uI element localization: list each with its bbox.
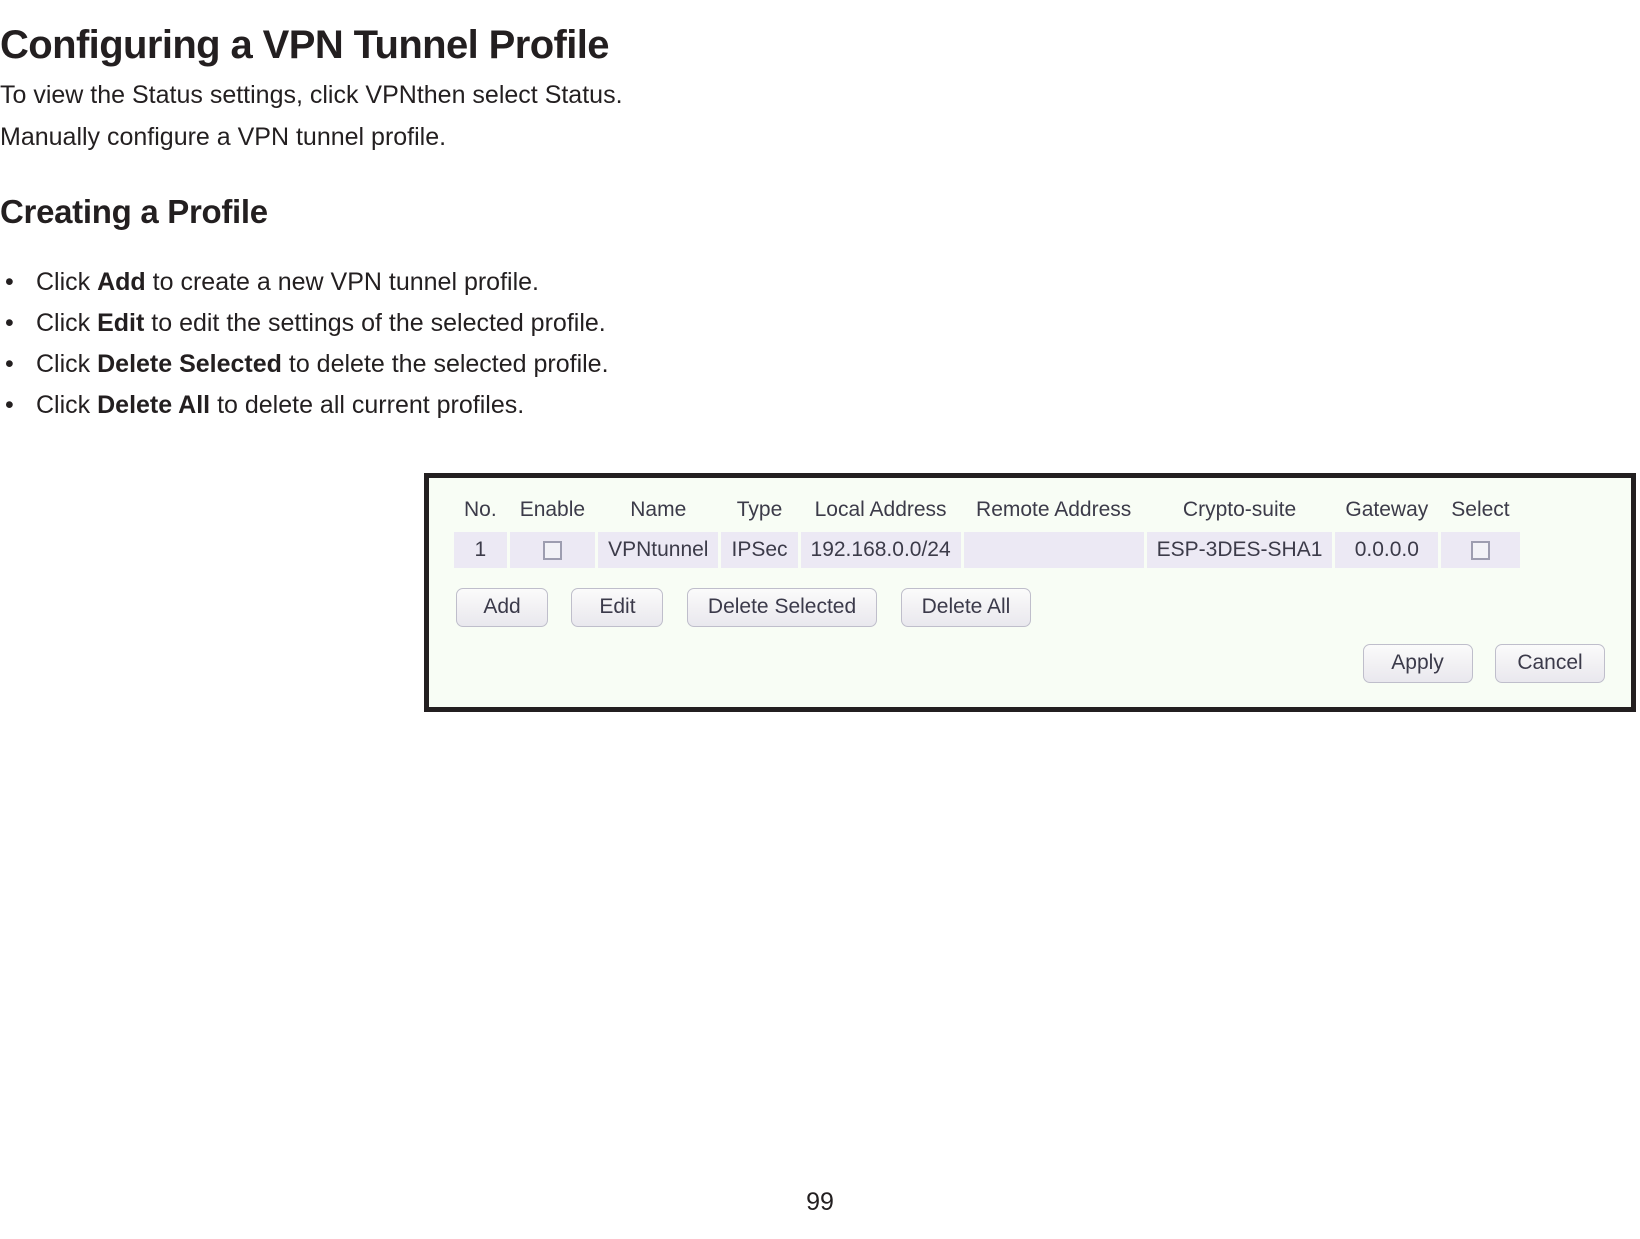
enable-checkbox[interactable] [542, 540, 562, 560]
column-header-remote-address: Remote Address [976, 498, 1132, 521]
column-header-type: Type [736, 498, 783, 521]
bullet-icon: • [5, 350, 14, 378]
list-item-prefix: Click [36, 391, 98, 419]
bullet-icon: • [5, 309, 14, 337]
column-header-no: No. [464, 498, 497, 521]
document-page: Configuring a VPN Tunnel Profile To view… [0, 0, 1640, 1239]
column-header-crypto-suite: Crypto-suite [1182, 498, 1297, 521]
cell-no: 1 [454, 532, 507, 568]
column-header-select: Select [1451, 498, 1510, 521]
vpn-profile-screenshot: No. Enable Name Type Local Address Remot… [424, 473, 1636, 712]
column-header-name: Name [630, 498, 687, 521]
column-header-gateway: Gateway [1345, 498, 1429, 521]
list-item: • Click Delete Selected to delete the sel… [0, 344, 1000, 385]
list-item: • Click Delete All to delete all current … [0, 385, 1000, 426]
list-item-suffix: to delete the selected profile. [281, 350, 609, 378]
cell-crypto-suite: ESP-3DES-SHA1 [1146, 532, 1333, 568]
cell-select [1441, 532, 1520, 568]
list-item-button-name: Add [97, 268, 146, 296]
cancel-button[interactable]: Cancel [1495, 644, 1605, 683]
cell-name: VPNtunnel [598, 532, 719, 568]
delete-all-button[interactable]: Delete All [900, 588, 1032, 627]
column-header-enable: Enable [519, 498, 586, 521]
list-item-prefix: Click [36, 350, 98, 378]
action-button-row: Add Edit Delete Selected Delete All [456, 588, 1050, 627]
intro-paragraph-line-2: Manually configure a VPN tunnel profile. [0, 123, 447, 151]
cell-remote-address [963, 532, 1144, 568]
instruction-bullet-list: • Click Add to create a new VPN tunnel pr… [0, 262, 1000, 426]
section-heading: Creating a Profile [0, 193, 268, 231]
table-header-row: No. Enable Name Type Local Address Remot… [454, 494, 1520, 528]
list-item-prefix: Click [36, 309, 98, 337]
apply-button[interactable]: Apply [1362, 644, 1473, 683]
list-item: • Click Edit to edit the settings of the … [0, 303, 1000, 344]
vpn-profile-table: No. Enable Name Type Local Address Remot… [451, 490, 1523, 572]
list-item-button-name: Delete Selected [97, 350, 282, 378]
bullet-icon: • [5, 268, 14, 296]
list-item-suffix: to edit the settings of the selected pro… [144, 309, 606, 337]
cell-enable [509, 532, 596, 568]
list-item-prefix: Click [36, 268, 98, 296]
edit-button[interactable]: Edit [571, 588, 664, 627]
table-row: 1 VPNtunnel IPSec 192.168.0.0/24 ESP-3DE… [454, 532, 1520, 568]
list-item: • Click Add to create a new VPN tunnel pr… [0, 262, 1000, 303]
footer-button-row: Apply Cancel [1345, 644, 1605, 683]
vpn-profile-panel: No. Enable Name Type Local Address Remot… [429, 478, 1631, 707]
list-item-suffix: to create a new VPN tunnel profile. [145, 268, 539, 296]
list-item-suffix: to delete all current profiles. [210, 391, 525, 419]
select-checkbox[interactable] [1470, 540, 1490, 560]
list-item-button-name: Edit [97, 309, 145, 337]
cell-type: IPSec [721, 532, 798, 568]
bullet-icon: • [5, 391, 14, 419]
page-number: 99 [806, 1188, 834, 1216]
cell-local-address: 192.168.0.0/24 [800, 532, 961, 568]
add-button[interactable]: Add [456, 588, 548, 627]
intro-paragraph-line-1: To view the Status settings, click VPNth… [0, 81, 623, 109]
list-item-button-name: Delete All [97, 391, 211, 419]
column-header-local-address: Local Address [814, 498, 947, 521]
page-title: Configuring a VPN Tunnel Profile [0, 22, 610, 67]
delete-selected-button[interactable]: Delete Selected [686, 588, 878, 627]
cell-gateway: 0.0.0.0 [1335, 532, 1439, 568]
